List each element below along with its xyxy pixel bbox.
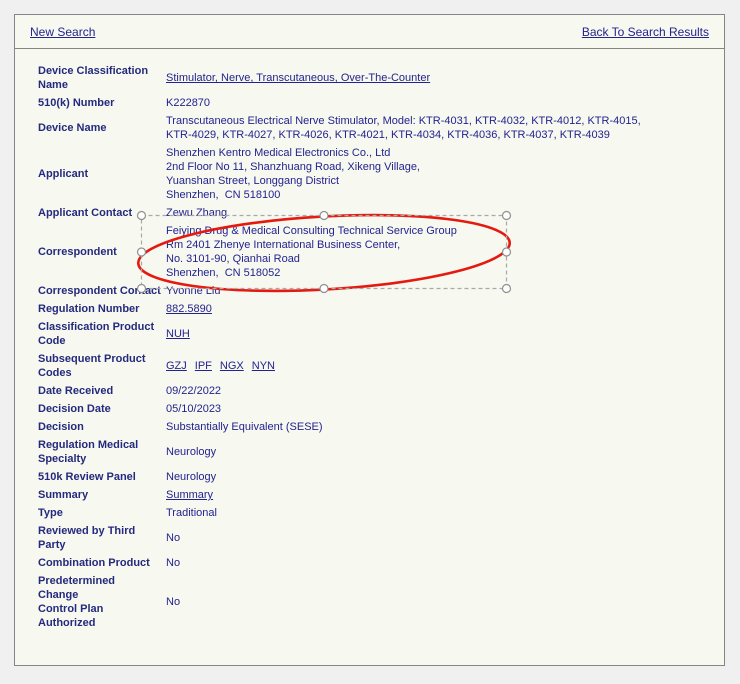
field-row: 510k Review PanelNeurology — [38, 468, 716, 486]
field-value: Summary — [166, 486, 716, 504]
field-label: Applicant Contact — [38, 204, 166, 222]
field-row: TypeTraditional — [38, 504, 716, 522]
field-row: Device Classification NameStimulator, Ne… — [38, 62, 716, 94]
field-value: 882.5890 — [166, 300, 716, 318]
field-value-text: K222870 — [166, 97, 210, 109]
field-value: No — [166, 522, 716, 554]
detail-table-body: Device Classification NameStimulator, Ne… — [38, 62, 716, 632]
field-label: Subsequent Product Codes — [38, 350, 166, 382]
field-value: Traditional — [166, 504, 716, 522]
field-value-text: No — [166, 596, 180, 608]
field-value-line: Feiying Drug & Medical Consulting Techni… — [166, 224, 716, 238]
field-label: 510k Review Panel — [38, 468, 166, 486]
field-row: Classification Product CodeNUH — [38, 318, 716, 350]
new-search-link[interactable]: New Search — [30, 25, 95, 39]
field-value-text: Neurology — [166, 471, 216, 483]
field-value: GZJ IPF NGX NYN — [166, 350, 716, 382]
field-row: Date Received09/22/2022 — [38, 382, 716, 400]
field-row: Decision Date05/10/2023 — [38, 400, 716, 418]
field-value: No — [166, 572, 716, 632]
field-value-link[interactable]: 882.5890 — [166, 303, 212, 315]
field-value-line: No. 3101-90, Qianhai Road — [166, 252, 716, 266]
field-value-link[interactable]: Stimulator, Nerve, Transcutaneous, Over-… — [166, 72, 430, 84]
field-value: Neurology — [166, 436, 716, 468]
field-row: ApplicantShenzhen Kentro Medical Electro… — [38, 144, 716, 204]
field-value-link[interactable]: Summary — [166, 489, 213, 501]
field-label: Applicant — [38, 144, 166, 204]
field-label: Regulation Number — [38, 300, 166, 318]
field-value-line: 2nd Floor No 11, Shanzhuang Road, Xikeng… — [166, 160, 716, 174]
field-label: Device Classification Name — [38, 62, 166, 94]
field-row: Subsequent Product CodesGZJ IPF NGX NYN — [38, 350, 716, 382]
field-value: Neurology — [166, 468, 716, 486]
field-value-text: No — [166, 557, 180, 569]
field-row: Predetermined Change Control Plan Author… — [38, 572, 716, 632]
field-label: Combination Product — [38, 554, 166, 572]
results-panel: New Search Back To Search Results Device… — [14, 14, 725, 666]
field-label: Summary — [38, 486, 166, 504]
field-value-text: Zewu Zhang — [166, 207, 227, 219]
field-value-line: Rm 2401 Zhenye International Business Ce… — [166, 238, 716, 252]
field-value: Feiying Drug & Medical Consulting Techni… — [166, 222, 716, 282]
field-row: CorrespondentFeiying Drug & Medical Cons… — [38, 222, 716, 282]
field-value-link[interactable]: IPF — [195, 360, 212, 372]
field-row: Device NameTranscutaneous Electrical Ner… — [38, 112, 716, 144]
field-value-text: Traditional — [166, 507, 217, 519]
field-value-line: Shenzhen, CN 518052 — [166, 266, 716, 280]
field-value-line: Yuanshan Street, Longgang District — [166, 174, 716, 188]
field-label: 510(k) Number — [38, 94, 166, 112]
field-label: Correspondent Contact — [38, 282, 166, 300]
field-value: Substantially Equivalent (SESE) — [166, 418, 716, 436]
field-label: Predetermined Change Control Plan Author… — [38, 572, 166, 632]
field-value-line: KTR-4029, KTR-4027, KTR-4026, KTR-4021, … — [166, 128, 716, 142]
device-detail-table: Device Classification NameStimulator, Ne… — [38, 62, 716, 632]
field-value-text: No — [166, 532, 180, 544]
field-label: Decision — [38, 418, 166, 436]
field-value: Zewu Zhang — [166, 204, 716, 222]
field-row: Combination ProductNo — [38, 554, 716, 572]
field-row: Correspondent ContactYvonne Liu — [38, 282, 716, 300]
field-value-link[interactable]: GZJ — [166, 360, 187, 372]
field-label: Date Received — [38, 382, 166, 400]
field-value: K222870 — [166, 94, 716, 112]
field-row: Reviewed by Third PartyNo — [38, 522, 716, 554]
field-row: 510(k) NumberK222870 — [38, 94, 716, 112]
field-value: Stimulator, Nerve, Transcutaneous, Over-… — [166, 62, 716, 94]
back-to-search-results-link[interactable]: Back To Search Results — [582, 25, 709, 39]
field-value-text: Yvonne Liu — [166, 285, 220, 297]
field-row: Regulation Number882.5890 — [38, 300, 716, 318]
field-value: Shenzhen Kentro Medical Electronics Co.,… — [166, 144, 716, 204]
field-value-text: Neurology — [166, 446, 216, 458]
field-value: 09/22/2022 — [166, 382, 716, 400]
field-value-link[interactable]: NUH — [166, 328, 190, 340]
field-value: No — [166, 554, 716, 572]
field-label: Device Name — [38, 112, 166, 144]
field-label: Type — [38, 504, 166, 522]
field-value-text: 05/10/2023 — [166, 403, 221, 415]
field-label: Regulation Medical Specialty — [38, 436, 166, 468]
field-value-link[interactable]: NYN — [252, 360, 275, 372]
toolbar: New Search Back To Search Results — [15, 15, 724, 49]
field-value: Transcutaneous Electrical Nerve Stimulat… — [166, 112, 716, 144]
field-value-line: Shenzhen Kentro Medical Electronics Co.,… — [166, 146, 716, 160]
field-label: Classification Product Code — [38, 318, 166, 350]
field-value-line: Shenzhen, CN 518100 — [166, 188, 716, 202]
field-value-text: 09/22/2022 — [166, 385, 221, 397]
field-row: Regulation Medical SpecialtyNeurology — [38, 436, 716, 468]
field-value: NUH — [166, 318, 716, 350]
field-row: SummarySummary — [38, 486, 716, 504]
field-value-link[interactable]: NGX — [220, 360, 244, 372]
field-label: Reviewed by Third Party — [38, 522, 166, 554]
field-row: DecisionSubstantially Equivalent (SESE) — [38, 418, 716, 436]
field-value: Yvonne Liu — [166, 282, 716, 300]
field-label: Correspondent — [38, 222, 166, 282]
field-row: Applicant ContactZewu Zhang — [38, 204, 716, 222]
field-value-text: Substantially Equivalent (SESE) — [166, 421, 323, 433]
field-label: Decision Date — [38, 400, 166, 418]
field-value: 05/10/2023 — [166, 400, 716, 418]
field-value-line: Transcutaneous Electrical Nerve Stimulat… — [166, 114, 716, 128]
